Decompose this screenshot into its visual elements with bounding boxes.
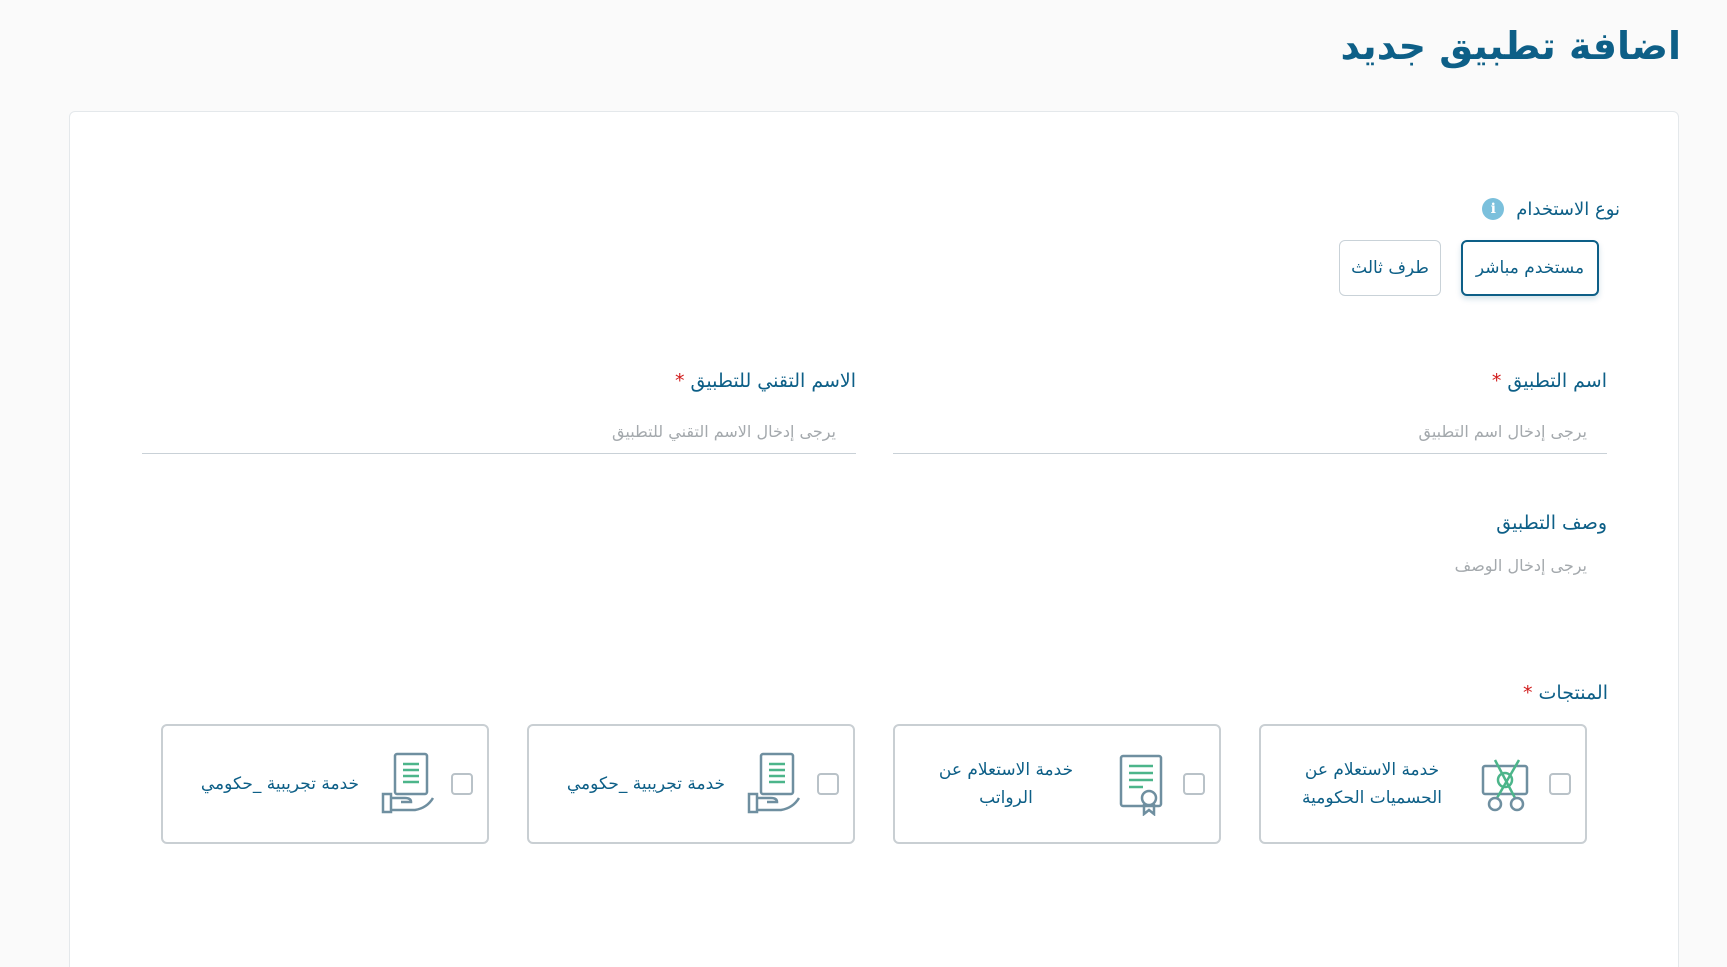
product-name: خدمة الاستعلام عن الحسميات الحكومية	[1302, 760, 1442, 808]
technical-name-input[interactable]	[142, 414, 856, 454]
description-input[interactable]	[893, 548, 1607, 587]
usage-type-label: نوع الاستخدام i	[1482, 198, 1620, 220]
usage-option-third-party[interactable]: طرف ثالث	[1339, 240, 1441, 296]
description-field: وصف التطبيق	[893, 512, 1607, 587]
product-card[interactable]: خدمة تجريبية _حكومي	[161, 724, 489, 844]
required-mark: *	[675, 370, 685, 392]
product-checkbox[interactable]	[451, 773, 473, 795]
app-name-input[interactable]	[893, 414, 1607, 454]
hand-document-icon	[747, 752, 801, 814]
info-icon[interactable]: i	[1482, 198, 1505, 220]
product-checkbox[interactable]	[1183, 773, 1205, 795]
certificate-icon	[1119, 754, 1163, 816]
product-name: خدمة تجريبية _حكومي	[200, 774, 359, 794]
technical-name-label: الاسم التقني للتطبيق*	[675, 370, 856, 392]
products-list: خدمة الاستعلام عن الحسميات الحكومية خدمة…	[161, 724, 1587, 844]
form-card: نوع الاستخدام i مستخدم مباشر طرف ثالث اس…	[69, 111, 1679, 967]
product-name: خدمة تجريبية _حكومي	[566, 774, 725, 794]
scissors-money-icon	[1481, 759, 1529, 812]
product-card[interactable]: خدمة الاستعلام عن الرواتب	[893, 724, 1221, 844]
description-label: وصف التطبيق	[1496, 512, 1607, 534]
hand-document-icon	[381, 752, 435, 814]
product-name: خدمة الاستعلام عن الرواتب	[938, 760, 1074, 808]
technical-name-field: الاسم التقني للتطبيق*	[142, 370, 856, 454]
usage-type-label-text: نوع الاستخدام	[1516, 198, 1620, 220]
app-name-field: اسم التطبيق*	[893, 370, 1607, 454]
usage-option-direct-user[interactable]: مستخدم مباشر	[1461, 240, 1599, 296]
usage-type-options: مستخدم مباشر طرف ثالث	[1339, 240, 1599, 296]
required-mark: *	[1523, 682, 1533, 704]
product-checkbox[interactable]	[1549, 773, 1571, 795]
page: اضافة تطبيق جديد نوع الاستخدام i مستخدم …	[0, 0, 1727, 967]
app-name-label: اسم التطبيق*	[1491, 370, 1607, 392]
product-card[interactable]: خدمة الاستعلام عن الحسميات الحكومية	[1259, 724, 1587, 844]
product-checkbox[interactable]	[817, 773, 839, 795]
products-label: المنتجات*	[1523, 682, 1608, 704]
product-card[interactable]: خدمة تجريبية _حكومي	[527, 724, 855, 844]
required-mark: *	[1491, 370, 1502, 392]
page-title: اضافة تطبيق جديد	[1340, 24, 1681, 68]
